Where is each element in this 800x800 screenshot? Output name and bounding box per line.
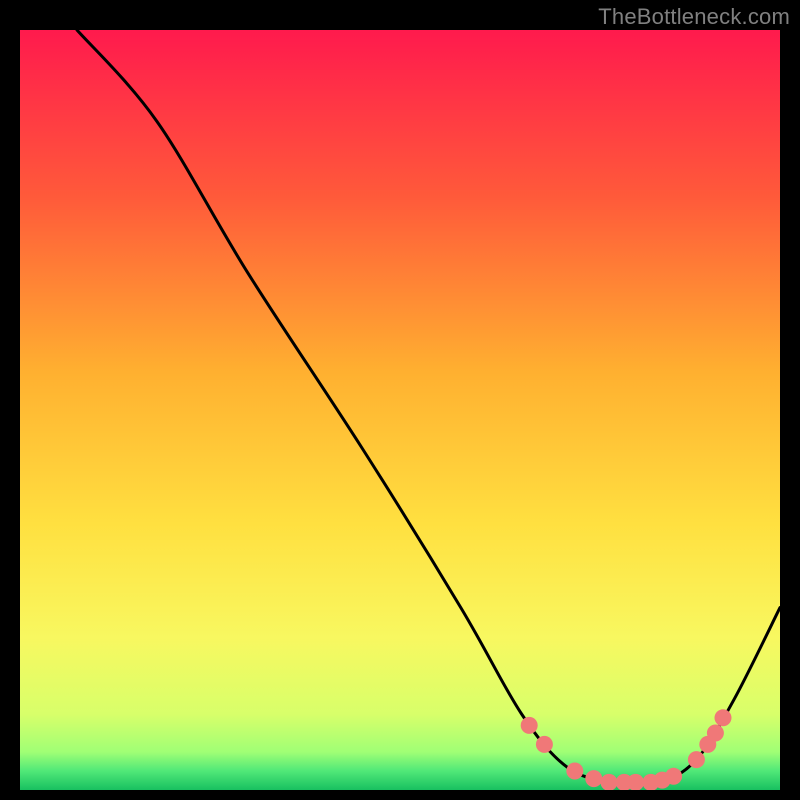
gradient-background bbox=[20, 30, 780, 790]
attribution-text: TheBottleneck.com bbox=[598, 4, 790, 30]
chart-svg bbox=[20, 30, 780, 790]
highlight-marker bbox=[521, 717, 538, 734]
chart-container: TheBottleneck.com bbox=[0, 0, 800, 800]
highlight-marker bbox=[665, 768, 682, 785]
highlight-marker bbox=[566, 763, 583, 780]
highlight-marker bbox=[715, 709, 732, 726]
highlight-marker bbox=[707, 725, 724, 742]
highlight-marker bbox=[536, 736, 553, 753]
highlight-marker bbox=[688, 751, 705, 768]
plot-area bbox=[20, 30, 780, 790]
highlight-marker bbox=[585, 770, 602, 787]
